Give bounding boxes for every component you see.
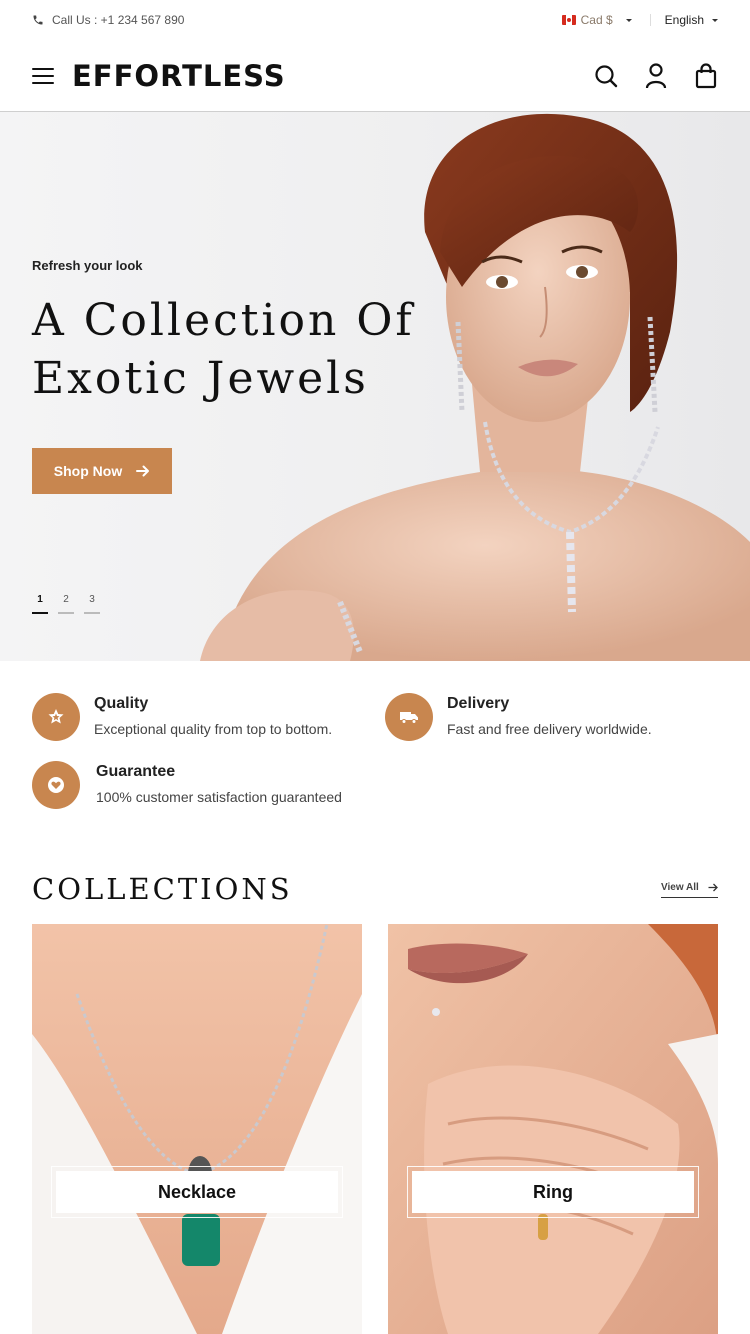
feature-desc: 100% customer satisfaction guaranteed [96, 789, 342, 805]
necklace-image [32, 924, 362, 1334]
call-us[interactable]: Call Us : +1 234 567 890 [32, 13, 184, 27]
view-all-link[interactable]: View All [661, 882, 718, 898]
heart-badge-icon [32, 761, 80, 809]
hero-title: A Collection Of Exotic Jewels [32, 295, 415, 404]
logo[interactable]: EFFORTLESS [72, 59, 286, 93]
chevron-down-icon [625, 18, 632, 22]
shop-now-button[interactable]: Shop Now [32, 448, 172, 494]
divider [649, 14, 651, 26]
slide-dot[interactable]: 3 [84, 594, 100, 614]
card-label-frame: Ring [407, 1166, 699, 1218]
slide-dot[interactable]: 2 [58, 594, 74, 614]
currency-label: Cad $ [580, 13, 613, 27]
feature-title: Guarantee [96, 763, 176, 780]
star-badge-icon [32, 693, 80, 741]
collection-card-necklace[interactable]: Necklace [32, 924, 362, 1334]
user-icon[interactable] [644, 62, 668, 89]
view-all-label: View All [661, 882, 699, 893]
feature-quality: Quality Exceptional quality from top to … [32, 693, 332, 741]
bag-icon[interactable] [694, 62, 718, 89]
chevron-down-icon [712, 18, 718, 22]
language-select[interactable]: English [665, 13, 718, 27]
arrow-right-icon [708, 883, 718, 892]
feature-title: Delivery [447, 695, 510, 712]
slide-dot[interactable]: 1 [32, 594, 48, 614]
arrow-right-icon [136, 465, 150, 477]
shop-now-label: Shop Now [53, 463, 123, 479]
hero-banner: Refresh your look A Collection Of Exotic… [0, 112, 750, 661]
site-header: EFFORTLESS [0, 40, 750, 112]
card-label-frame: Necklace [51, 1166, 343, 1218]
ring-image [388, 924, 718, 1334]
feature-delivery: Delivery Fast and free delivery worldwid… [385, 693, 652, 741]
menu-icon[interactable] [32, 67, 54, 84]
hero-eyebrow: Refresh your look [32, 258, 143, 273]
feature-guarantee: Guarantee 100% customer satisfaction gua… [32, 761, 342, 809]
feature-desc: Fast and free delivery worldwide. [447, 721, 652, 737]
feature-title: Quality [94, 695, 149, 712]
top-bar: Call Us : +1 234 567 890 Cad $ English [0, 0, 750, 40]
language-label: English [664, 13, 704, 27]
collections-title: COLLECTIONS [32, 872, 293, 906]
phone-icon [33, 15, 43, 25]
currency-select[interactable]: Cad $ [561, 13, 632, 27]
canada-flag-icon [561, 15, 576, 25]
feature-desc: Exceptional quality from top to bottom. [94, 721, 333, 737]
card-label: Necklace [56, 1171, 338, 1213]
slider-pagination: 1 2 3 [32, 594, 100, 614]
call-us-label: Call Us : +1 234 567 890 [52, 13, 185, 27]
truck-icon [385, 693, 433, 741]
card-label: Ring [412, 1171, 694, 1213]
collection-card-ring[interactable]: Ring [388, 924, 718, 1334]
search-icon[interactable] [594, 63, 618, 89]
